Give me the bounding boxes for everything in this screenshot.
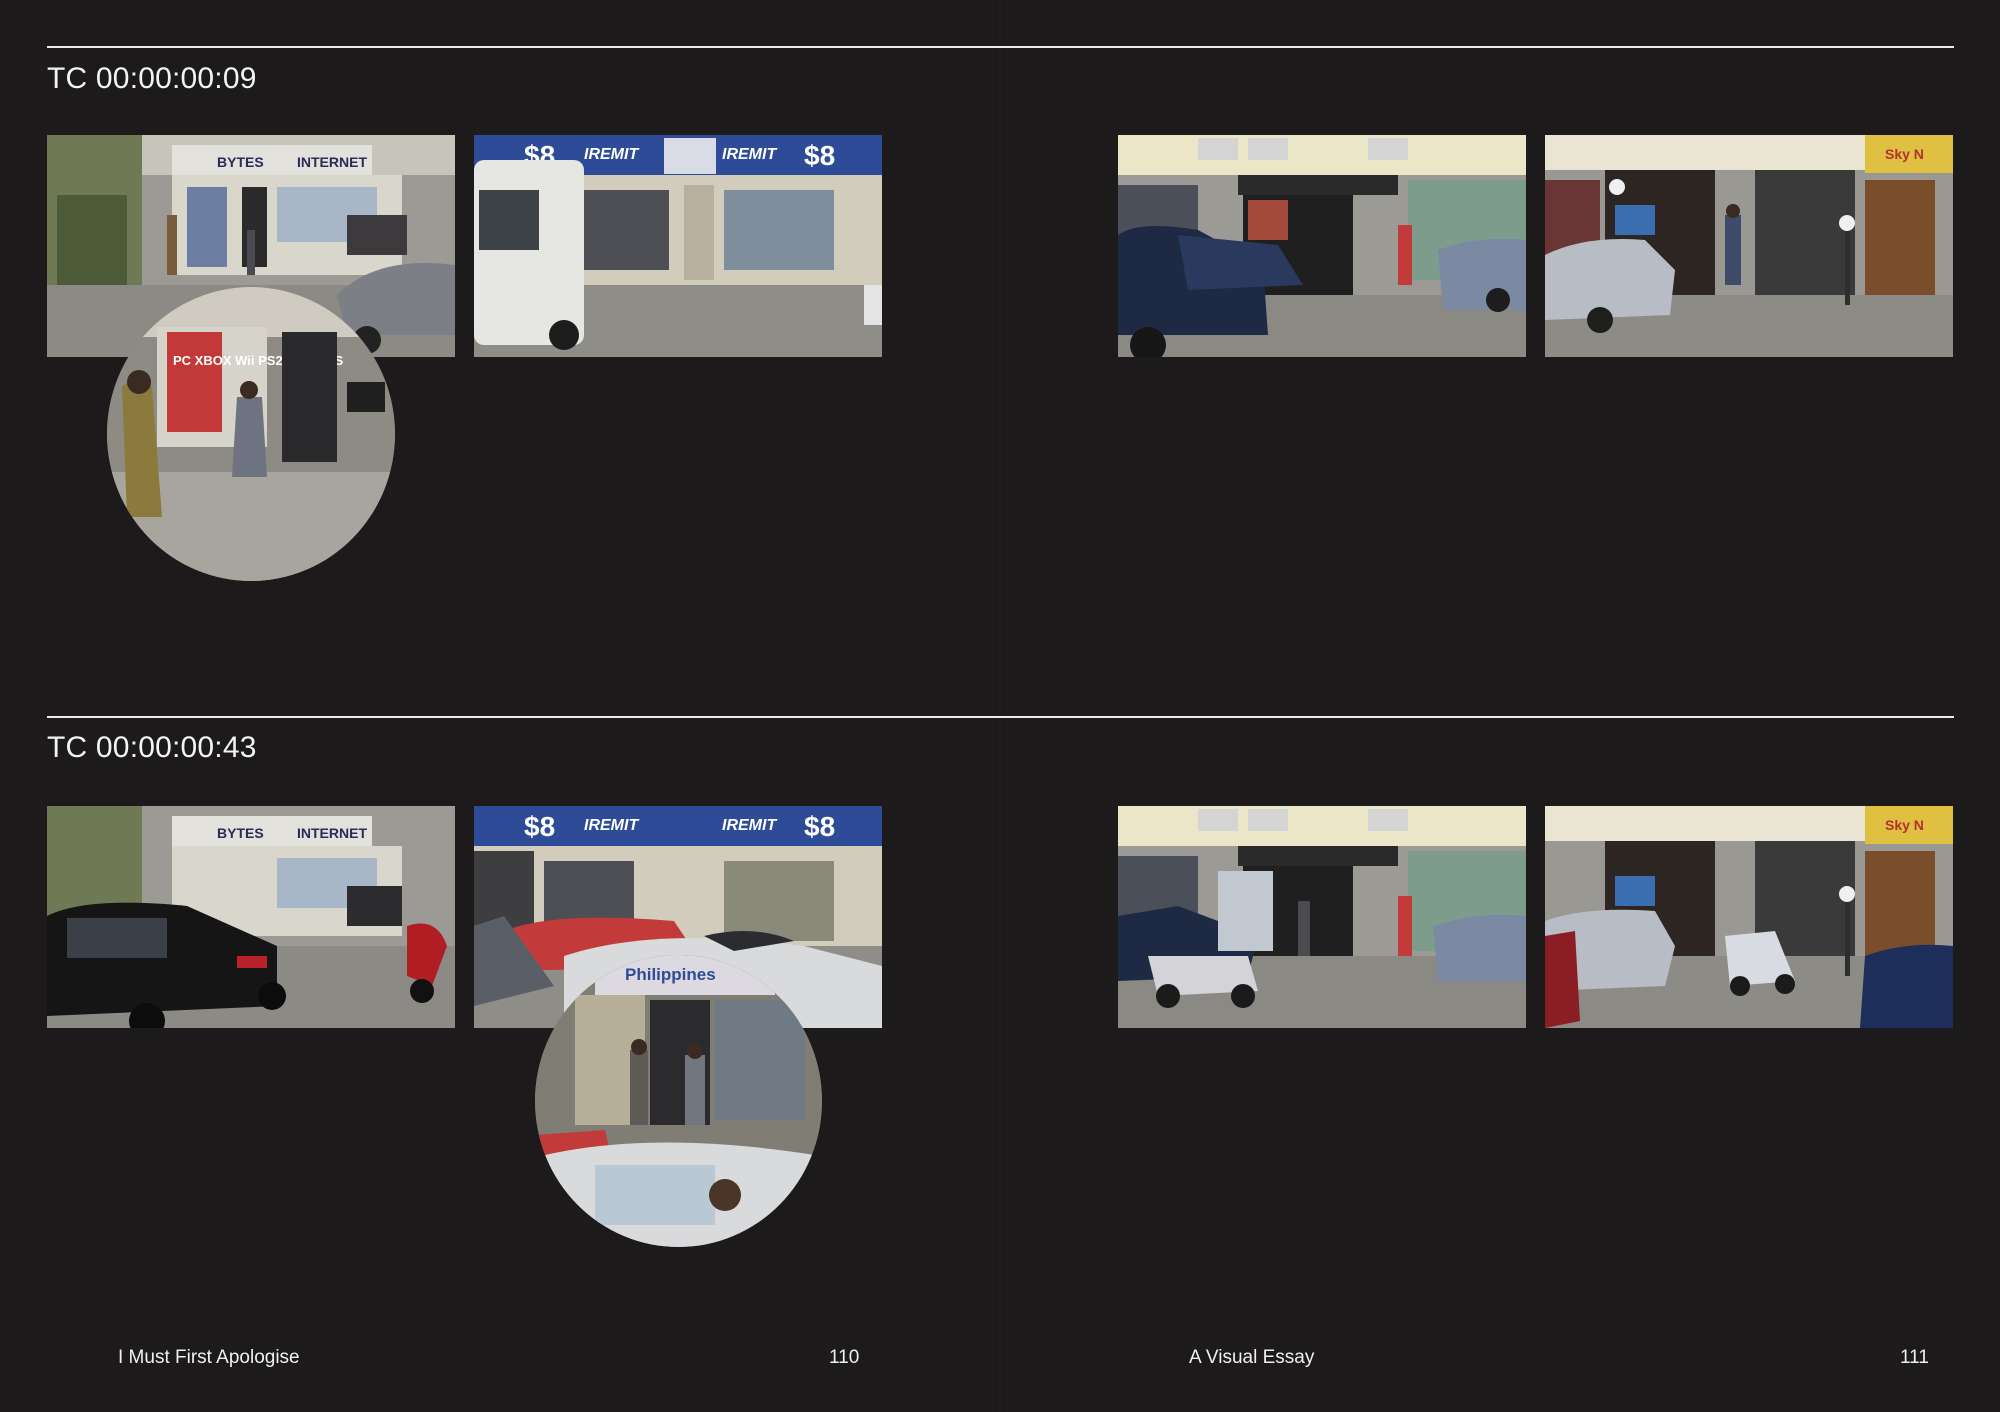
section-rule-bottom: [47, 716, 1954, 718]
sign-dollar-eight-2l: $8: [524, 811, 555, 842]
running-title-right: A Visual Essay: [1189, 1347, 1315, 1368]
sign-iremit-2l: IREMIT: [584, 817, 639, 834]
page-gutter: [998, 0, 1002, 1412]
film-still-1d: Sky N: [1545, 135, 1953, 357]
sign-dollar-eight-right: $8: [804, 140, 835, 171]
film-still-2a: BYTES INTERNET: [47, 806, 455, 1028]
page-number-right: 111: [1900, 1347, 1929, 1368]
sign-iremit-left: IREMIT: [584, 146, 639, 163]
sign-iremit-2r: IREMIT: [722, 817, 777, 834]
sign-bytes-2: BYTES: [217, 825, 264, 841]
section-rule-top: [47, 46, 1954, 48]
film-still-1b: $8 IREMIT IREMIT $8: [474, 135, 882, 357]
page-number-left: 110: [829, 1347, 860, 1368]
film-still-2d: Sky N: [1545, 806, 1953, 1028]
sign-dollar-eight-2r: $8: [804, 811, 835, 842]
sign-iremit-right: IREMIT: [722, 146, 777, 163]
detail-loupe-2: Philippines: [535, 955, 822, 1247]
timecode-label-1: TC 00:00:00:09: [47, 62, 257, 95]
running-title-left: I Must First Apologise: [118, 1347, 300, 1368]
book-spread: TC 00:00:00:09 BYTES INTERNET $8 IREMIT …: [0, 0, 2000, 1412]
loupe-sign-philippines: Philippines: [625, 965, 716, 984]
sign-bytes: BYTES: [217, 154, 264, 170]
sign-sky-2: Sky N: [1885, 817, 1924, 833]
detail-loupe-1: PC XBOX Wii PS2 PSP NDS: [107, 287, 395, 581]
sign-internet-2: INTERNET: [297, 825, 367, 841]
sign-sky: Sky N: [1885, 146, 1924, 162]
timecode-label-2: TC 00:00:00:43: [47, 731, 257, 764]
film-still-1c: [1118, 135, 1526, 357]
film-still-2c: [1118, 806, 1526, 1028]
sign-internet: INTERNET: [297, 154, 367, 170]
